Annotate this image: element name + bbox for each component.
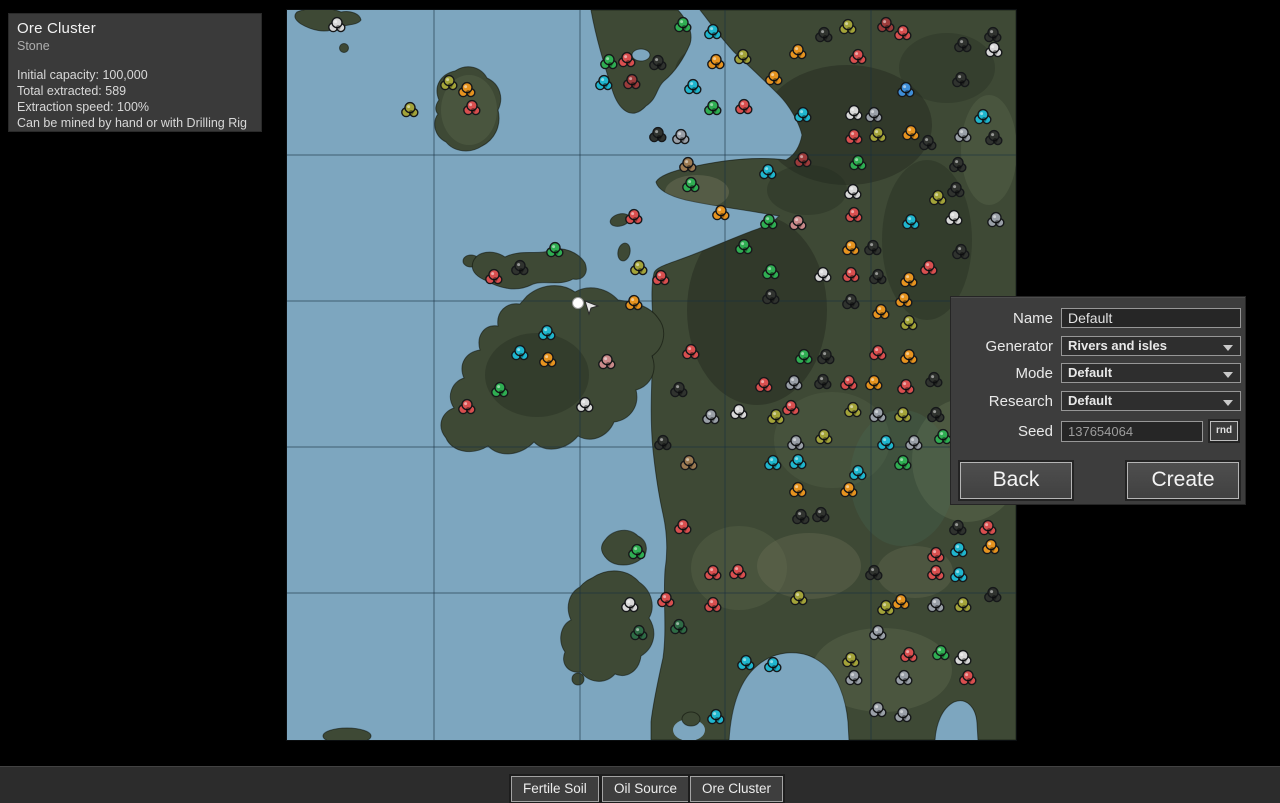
world-map-preview[interactable] bbox=[287, 10, 1016, 740]
research-value: Default bbox=[1068, 393, 1112, 408]
back-button[interactable]: Back bbox=[960, 462, 1072, 499]
mode-value: Default bbox=[1068, 365, 1112, 380]
chevron-down-icon bbox=[1223, 372, 1233, 378]
ore-info-tooltip: Ore Cluster Stone Initial capacity: 100,… bbox=[8, 13, 262, 132]
oil-source-button[interactable]: Oil Source bbox=[602, 776, 689, 802]
seed-input[interactable] bbox=[1061, 421, 1203, 442]
randomize-seed-button[interactable]: rnd bbox=[1210, 421, 1238, 441]
tooltip-stat-extracted: Total extracted: 589 bbox=[17, 83, 261, 99]
research-label: Research bbox=[951, 391, 1053, 412]
islet bbox=[682, 712, 700, 726]
bottom-toolbar: Fertile Soil Oil Source Ore Cluster bbox=[0, 766, 1280, 803]
generator-value: Rivers and isles bbox=[1068, 338, 1167, 353]
tooltip-title: Ore Cluster bbox=[17, 20, 261, 37]
game-screen: { "tooltip": { "title": "Ore Cluster", "… bbox=[0, 0, 1280, 803]
mode-label: Mode bbox=[951, 363, 1053, 384]
seed-label: Seed bbox=[951, 421, 1053, 442]
tooltip-subtitle: Stone bbox=[17, 39, 261, 53]
tooltip-stat-speed: Extraction speed: 100% bbox=[17, 99, 261, 115]
ore-cluster-button[interactable]: Ore Cluster bbox=[690, 776, 783, 802]
name-input[interactable] bbox=[1061, 308, 1241, 328]
fertile-soil-button[interactable]: Fertile Soil bbox=[511, 776, 599, 802]
tooltip-stat-capacity: Initial capacity: 100,000 bbox=[17, 67, 261, 83]
research-dropdown[interactable]: Default bbox=[1061, 391, 1241, 411]
mode-dropdown[interactable]: Default bbox=[1061, 363, 1241, 383]
map-center-marker[interactable] bbox=[573, 298, 584, 309]
chevron-down-icon bbox=[1223, 345, 1233, 351]
chevron-down-icon bbox=[1223, 400, 1233, 406]
generator-label: Generator bbox=[951, 336, 1053, 357]
name-label: Name bbox=[951, 308, 1053, 329]
create-button[interactable]: Create bbox=[1127, 462, 1239, 499]
generator-dropdown[interactable]: Rivers and isles bbox=[1061, 336, 1241, 356]
tooltip-stat-mining: Can be mined by hand or with Drilling Ri… bbox=[17, 115, 261, 131]
create-game-panel: Name Generator Rivers and isles Mode Def… bbox=[950, 296, 1246, 505]
